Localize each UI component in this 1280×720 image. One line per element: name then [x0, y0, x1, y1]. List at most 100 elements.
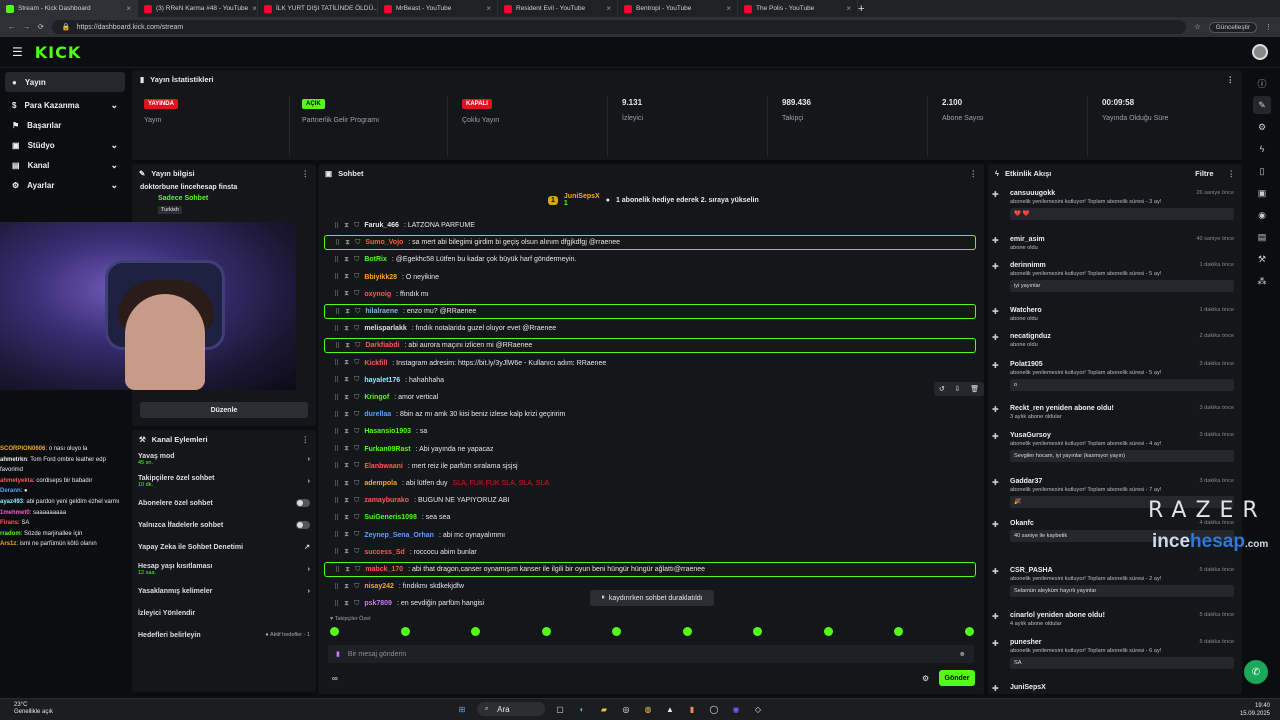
clock[interactable]: 19:40 15.09.2025	[1240, 702, 1270, 718]
chat-message[interactable]: ⠿ ⧗ ⛉ melisparlakk: fındık notalarida guzel…	[324, 321, 976, 336]
chat-username[interactable]: zamayburako	[364, 497, 409, 504]
new-tab-icon[interactable]: +	[858, 3, 864, 15]
browser-tab[interactable]: Resident Evil - YouTube ×	[498, 0, 618, 17]
chat-icon[interactable]: ▣	[1253, 184, 1271, 202]
settings-icon[interactable]: ⚙	[1253, 118, 1271, 136]
chat-username[interactable]: SuiGeneris1098	[364, 514, 417, 521]
browser-tab[interactable]: İLK YURT DIŞI TATİLİNDE ÖLDÜ...×	[258, 0, 378, 17]
emote-icon[interactable]	[612, 627, 622, 636]
timeout-icon[interactable]: ⧗	[344, 411, 349, 419]
chat-message[interactable]: ⠿ ⧗ ⛉ Elanbwaani: mert reiz ile parfüm sıra…	[324, 459, 976, 474]
timeout-icon[interactable]: ⧗	[344, 600, 349, 608]
timeout-icon[interactable]: ⧗	[344, 445, 349, 453]
timeout-icon[interactable]: ⧗	[344, 376, 349, 384]
timeout-icon[interactable]: ⧗	[344, 256, 349, 264]
delete-icon[interactable]: 🗑	[970, 385, 979, 393]
chat-message[interactable]: ⠿ ⧗ ⛉ oxynoig: ffındık mı	[324, 287, 976, 302]
chat-username[interactable]: melisparlakk	[364, 325, 406, 332]
more-icon[interactable]: ⋮	[1227, 75, 1235, 84]
nav-item-0[interactable]: ● Yayın	[5, 72, 125, 92]
timeout-icon[interactable]: ⧗	[345, 342, 350, 350]
timeout-icon[interactable]: ⧗	[344, 514, 349, 522]
file-icon[interactable]: ▯	[1253, 162, 1271, 180]
channel-action-item[interactable]: Hesap yaşı kısıtlaması 12 saa. ›	[132, 558, 316, 580]
timeout-icon[interactable]: ⧗	[344, 394, 349, 402]
channel-action-item[interactable]: Abonelere özel sohbet	[132, 492, 316, 514]
timeout-icon[interactable]: ⧗	[345, 566, 350, 574]
browser-tab[interactable]: The Polis - YouTube ×	[738, 0, 858, 17]
support-chat-icon[interactable]: ✆	[1244, 660, 1268, 684]
reply-icon[interactable]: ↺	[939, 385, 945, 393]
chat-message[interactable]: ⠿ ⧗ ⛉ Kickfill: Instagram adresim: https://…	[324, 356, 976, 371]
info-icon[interactable]: ⓘ	[1253, 74, 1271, 92]
chat-username[interactable]: mabck_170	[365, 566, 403, 573]
emote-icon[interactable]	[471, 627, 481, 636]
more-icon[interactable]: ⋮	[302, 169, 310, 178]
close-icon[interactable]: ×	[606, 4, 611, 13]
chat-username[interactable]: hayalet176	[364, 377, 400, 384]
timeout-icon[interactable]: ⧗	[344, 359, 349, 367]
app-icon[interactable]: ◇	[751, 702, 765, 716]
emote-icon[interactable]	[823, 627, 833, 636]
chat-username[interactable]: Darkfiabdi	[365, 342, 399, 349]
chat-message[interactable]: ⠿ ⧗ ⛉ adempola: abi lütfen duy SLA, FUK FUK…	[324, 476, 976, 491]
channel-action-item[interactable]: Yalnızca İfadelerle sohbet	[132, 514, 316, 536]
timeout-icon[interactable]: ⧗	[344, 462, 349, 470]
chat-username[interactable]: hilalraene	[365, 308, 398, 315]
nav-item-1[interactable]: $ Para Kazanma ⌄	[0, 95, 130, 115]
chat-username[interactable]: Kringof	[364, 394, 389, 401]
timeout-icon[interactable]: ⧗	[345, 239, 350, 247]
emote-icon[interactable]	[682, 627, 692, 636]
avatar[interactable]	[1252, 44, 1268, 60]
chat-username[interactable]: oxynoig	[364, 291, 391, 298]
emoji-icon[interactable]: ☻	[959, 651, 966, 658]
more-icon[interactable]: ⋮	[302, 435, 310, 444]
forward-icon[interactable]: →	[23, 24, 30, 31]
emote-icon[interactable]	[753, 627, 763, 636]
chat-username[interactable]: Furkan09Rast	[364, 446, 410, 453]
emote-icon[interactable]	[330, 627, 339, 636]
close-icon[interactable]: ×	[126, 4, 131, 13]
chat-message[interactable]: ⠿ ⧗ ⛉ Furkan09Rast: Abi yayında ne yapacaz	[324, 442, 976, 457]
chat-username[interactable]: adempola	[364, 480, 397, 487]
nav-item-4[interactable]: ▤ Kanal ⌄	[0, 155, 130, 175]
chrome-icon[interactable]: ◍	[641, 702, 655, 716]
explorer-icon[interactable]: ▰	[597, 702, 611, 716]
nav-item-5[interactable]: ⚙ Ayarlar ⌄	[0, 175, 130, 195]
chat-username[interactable]: Sumo_Vojo	[365, 239, 403, 246]
inbox-icon[interactable]: ▤	[1253, 228, 1271, 246]
browser-tab[interactable]: Bentropi - YouTube ×	[618, 0, 738, 17]
task-view-icon[interactable]: ▢	[553, 702, 567, 716]
chat-message[interactable]: ⠿ ⧗ ⛉ zamayburako: BUGUN NE YAPIYORUZ ABI	[324, 493, 976, 508]
browser-tab[interactable]: MrBeast - YouTube ×	[378, 0, 498, 17]
chat-username[interactable]: Faruk_466	[364, 222, 399, 229]
channel-action-item[interactable]: Yapay Zeka ile Sohbet Denetimi ↗	[132, 536, 316, 558]
browser-tab[interactable]: Stream - Kick Dashboard ×	[0, 0, 138, 17]
chat-message[interactable]: ⠿ ⧗ ⛉ success_Sd: roccocu abim bunlar	[324, 545, 976, 560]
menu-dots-icon[interactable]: ⋮	[1265, 23, 1272, 31]
app-icon[interactable]: ◉	[729, 702, 743, 716]
send-button[interactable]: Gönder	[939, 670, 975, 686]
chat-message[interactable]: ⠿ ⧗ ⛉ Kringof: amor vertical	[324, 390, 976, 405]
back-icon[interactable]: ←	[8, 24, 15, 31]
chat-message[interactable]: ⠿ ⧗ ⛉ hayalet176: hahahhaha	[324, 373, 976, 388]
chat-username[interactable]: Elanbwaani	[364, 463, 403, 470]
chat-username[interactable]: Hasansio1903	[364, 428, 411, 435]
chat-message[interactable]: ⠿ ⧗ ⛉ SuiGeneris1098: sea sea	[324, 510, 976, 525]
chat-input[interactable]: ▮ Bir mesaj gönderin ☻	[328, 645, 974, 663]
timeout-icon[interactable]: ⧗	[345, 308, 350, 316]
channel-action-item[interactable]: İzleyici Yönlendir	[132, 602, 316, 624]
app-icon[interactable]: ◯	[707, 702, 721, 716]
reload-icon[interactable]: ⟳	[38, 23, 44, 31]
chat-username[interactable]: psk7809	[364, 600, 392, 607]
timeout-icon[interactable]: ⧗	[344, 290, 349, 298]
app-icon[interactable]: ▮	[685, 702, 699, 716]
nav-item-2[interactable]: ⚑ Başarılar	[0, 115, 130, 135]
browser-tab[interactable]: (3) RReN Karma #48 - YouTube ×	[138, 0, 258, 17]
chat-message[interactable]: ⠿ ⧗ ⛉ mabck_170: abi that dragon,canser oyn…	[324, 562, 976, 577]
toggle-switch[interactable]	[296, 521, 310, 529]
chat-username[interactable]: success_Sd	[364, 549, 404, 556]
update-button[interactable]: Güncelleştir	[1208, 21, 1257, 33]
close-icon[interactable]: ×	[252, 4, 257, 13]
timeout-icon[interactable]: ⧗	[344, 480, 349, 488]
